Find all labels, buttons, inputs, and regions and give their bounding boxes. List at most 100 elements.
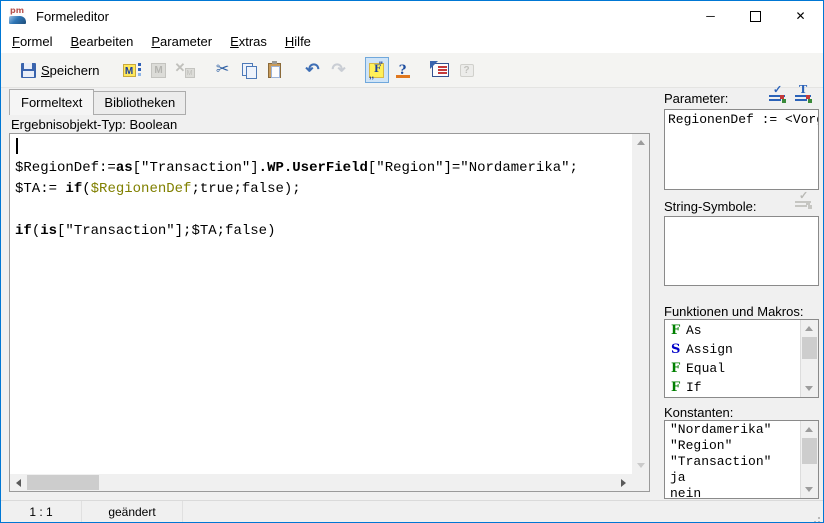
- scroll-down-button[interactable]: [632, 457, 649, 474]
- scrollbar-corner: [632, 474, 649, 491]
- function-type-icon: F: [671, 361, 686, 376]
- function-item-equal[interactable]: FEqual: [665, 359, 801, 378]
- hscroll-thumb[interactable]: [27, 475, 99, 490]
- constants-scrollbar[interactable]: [800, 421, 818, 498]
- editor-horizontal-scrollbar[interactable]: [10, 474, 632, 491]
- cut-icon: ✂: [216, 62, 229, 78]
- code-line: $TA:= if($RegionenDef;true;false);: [15, 179, 632, 200]
- help-topics-button[interactable]: [429, 57, 453, 83]
- constants-list[interactable]: "Nordamerika""Region""Transaction"janein: [665, 422, 801, 498]
- maximize-button[interactable]: [733, 1, 778, 31]
- result-type-label: Ergebnisobjekt-Typ: Boolean: [11, 117, 177, 132]
- macro-delete-icon: ✕M: [175, 63, 195, 78]
- save-icon: [21, 63, 36, 78]
- tab-bibliotheken[interactable]: Bibliotheken: [94, 91, 186, 115]
- help-topics-icon: [432, 63, 449, 77]
- menu-item-parameter[interactable]: Parameter: [142, 31, 221, 53]
- parameter-actions: ✓ T: [769, 87, 815, 103]
- functions-scroll-up[interactable]: [801, 320, 817, 337]
- code-line: [15, 137, 632, 158]
- window-title: Formeleditor: [36, 9, 109, 24]
- constant-item[interactable]: nein: [665, 486, 801, 498]
- parameter-label: Parameter:: [664, 91, 728, 106]
- save-label: Speichern: [41, 63, 100, 78]
- function-type-icon: F: [671, 323, 686, 338]
- paste-icon: [268, 63, 281, 78]
- constants-label: Konstanten:: [664, 405, 733, 420]
- menu-item-bearbeiten[interactable]: Bearbeiten: [61, 31, 142, 53]
- functions-listbox[interactable]: FAsSAssignFEqualFIf: [664, 319, 819, 398]
- title-bar: pm Formeleditor ─ ✕: [1, 1, 823, 31]
- constants-scroll-down[interactable]: [801, 481, 817, 498]
- parameter-text-icon[interactable]: T: [795, 87, 815, 103]
- editor-vertical-scrollbar[interactable]: [632, 134, 649, 474]
- syntax-highlight-toggle[interactable]: F",,: [365, 57, 389, 83]
- copy-icon: [242, 63, 256, 78]
- functions-scrollbar[interactable]: [800, 320, 818, 397]
- functions-scroll-thumb[interactable]: [802, 337, 817, 359]
- functions-list[interactable]: FAsSAssignFEqualFIf: [665, 321, 801, 397]
- function-name: As: [686, 323, 702, 338]
- string-symbols-box[interactable]: [664, 216, 819, 286]
- function-type-icon: F: [671, 380, 686, 395]
- syntax-highlight-icon: F",,: [369, 63, 384, 78]
- constant-item[interactable]: "Region": [665, 438, 801, 454]
- app-icon: pm: [9, 9, 26, 24]
- constants-scroll-thumb[interactable]: [802, 438, 817, 464]
- function-name: Assign: [686, 342, 733, 357]
- redo-icon: ↷: [331, 63, 345, 77]
- formula-check-icon: ?: [395, 62, 411, 78]
- close-button[interactable]: ✕: [778, 1, 823, 31]
- string-symbols-label: String-Symbole:: [664, 199, 756, 214]
- formula-code[interactable]: $RegionDef:=as["Transaction"].WP.UserFie…: [10, 134, 632, 474]
- function-item-if[interactable]: FIf: [665, 378, 801, 397]
- code-line: [15, 200, 632, 221]
- minimize-button[interactable]: ─: [688, 1, 733, 31]
- function-name: Equal: [686, 361, 725, 376]
- constant-item[interactable]: "Nordamerika": [665, 422, 801, 438]
- function-type-icon: S: [671, 342, 686, 357]
- tab-strip: FormeltextBibliotheken: [9, 89, 186, 115]
- macro-edit-button: M: [147, 57, 171, 83]
- status-bar: 1 : 1 geändert: [1, 500, 823, 522]
- constant-item[interactable]: ja: [665, 470, 801, 486]
- parameter-box[interactable]: RegionenDef := <Vorga: [664, 109, 819, 190]
- resize-grip[interactable]: [818, 517, 820, 519]
- cursor-position-field: 1 : 1: [1, 501, 81, 522]
- code-line: $RegionDef:=as["Transaction"].WP.UserFie…: [15, 158, 632, 179]
- macro-add-button[interactable]: M: [121, 57, 145, 83]
- parameter-validate-icon[interactable]: ✓: [769, 87, 789, 103]
- macro-edit-icon: M: [151, 63, 166, 78]
- macro-delete-button: ✕M: [173, 57, 197, 83]
- context-help-button: ?: [455, 57, 479, 83]
- menu-item-extras[interactable]: Extras: [221, 31, 276, 53]
- maximize-icon: [750, 11, 761, 22]
- save-button[interactable]: Speichern: [14, 57, 107, 83]
- undo-button[interactable]: ↶: [301, 57, 325, 83]
- scroll-right-button[interactable]: [615, 474, 632, 491]
- function-item-as[interactable]: FAs: [665, 321, 801, 340]
- menu-item-hilfe[interactable]: Hilfe: [276, 31, 320, 53]
- formula-check-button[interactable]: ?: [391, 57, 415, 83]
- close-icon: ✕: [795, 9, 805, 23]
- functions-label: Funktionen und Makros:: [664, 304, 803, 319]
- constant-item[interactable]: "Transaction": [665, 454, 801, 470]
- paste-button[interactable]: [263, 57, 287, 83]
- cut-button[interactable]: ✂: [211, 57, 235, 83]
- string-symbols-actions: ✓: [795, 193, 815, 209]
- constants-scroll-up[interactable]: [801, 421, 817, 438]
- formula-editor[interactable]: $RegionDef:=as["Transaction"].WP.UserFie…: [9, 133, 650, 492]
- tab-formeltext[interactable]: Formeltext: [9, 89, 94, 115]
- formeleditor-window: pm Formeleditor ─ ✕ FormelBearbeitenPara…: [0, 0, 824, 523]
- scroll-left-button[interactable]: [10, 474, 27, 491]
- function-name: If: [686, 380, 702, 395]
- context-help-icon: ?: [460, 64, 474, 77]
- menu-item-formel[interactable]: Formel: [3, 31, 61, 53]
- functions-scroll-down[interactable]: [801, 380, 817, 397]
- function-item-assign[interactable]: SAssign: [665, 340, 801, 359]
- constants-listbox[interactable]: "Nordamerika""Region""Transaction"janein: [664, 420, 819, 499]
- minimize-icon: ─: [706, 9, 715, 23]
- scroll-up-button[interactable]: [632, 134, 649, 151]
- window-controls: ─ ✕: [688, 1, 823, 31]
- copy-button[interactable]: [237, 57, 261, 83]
